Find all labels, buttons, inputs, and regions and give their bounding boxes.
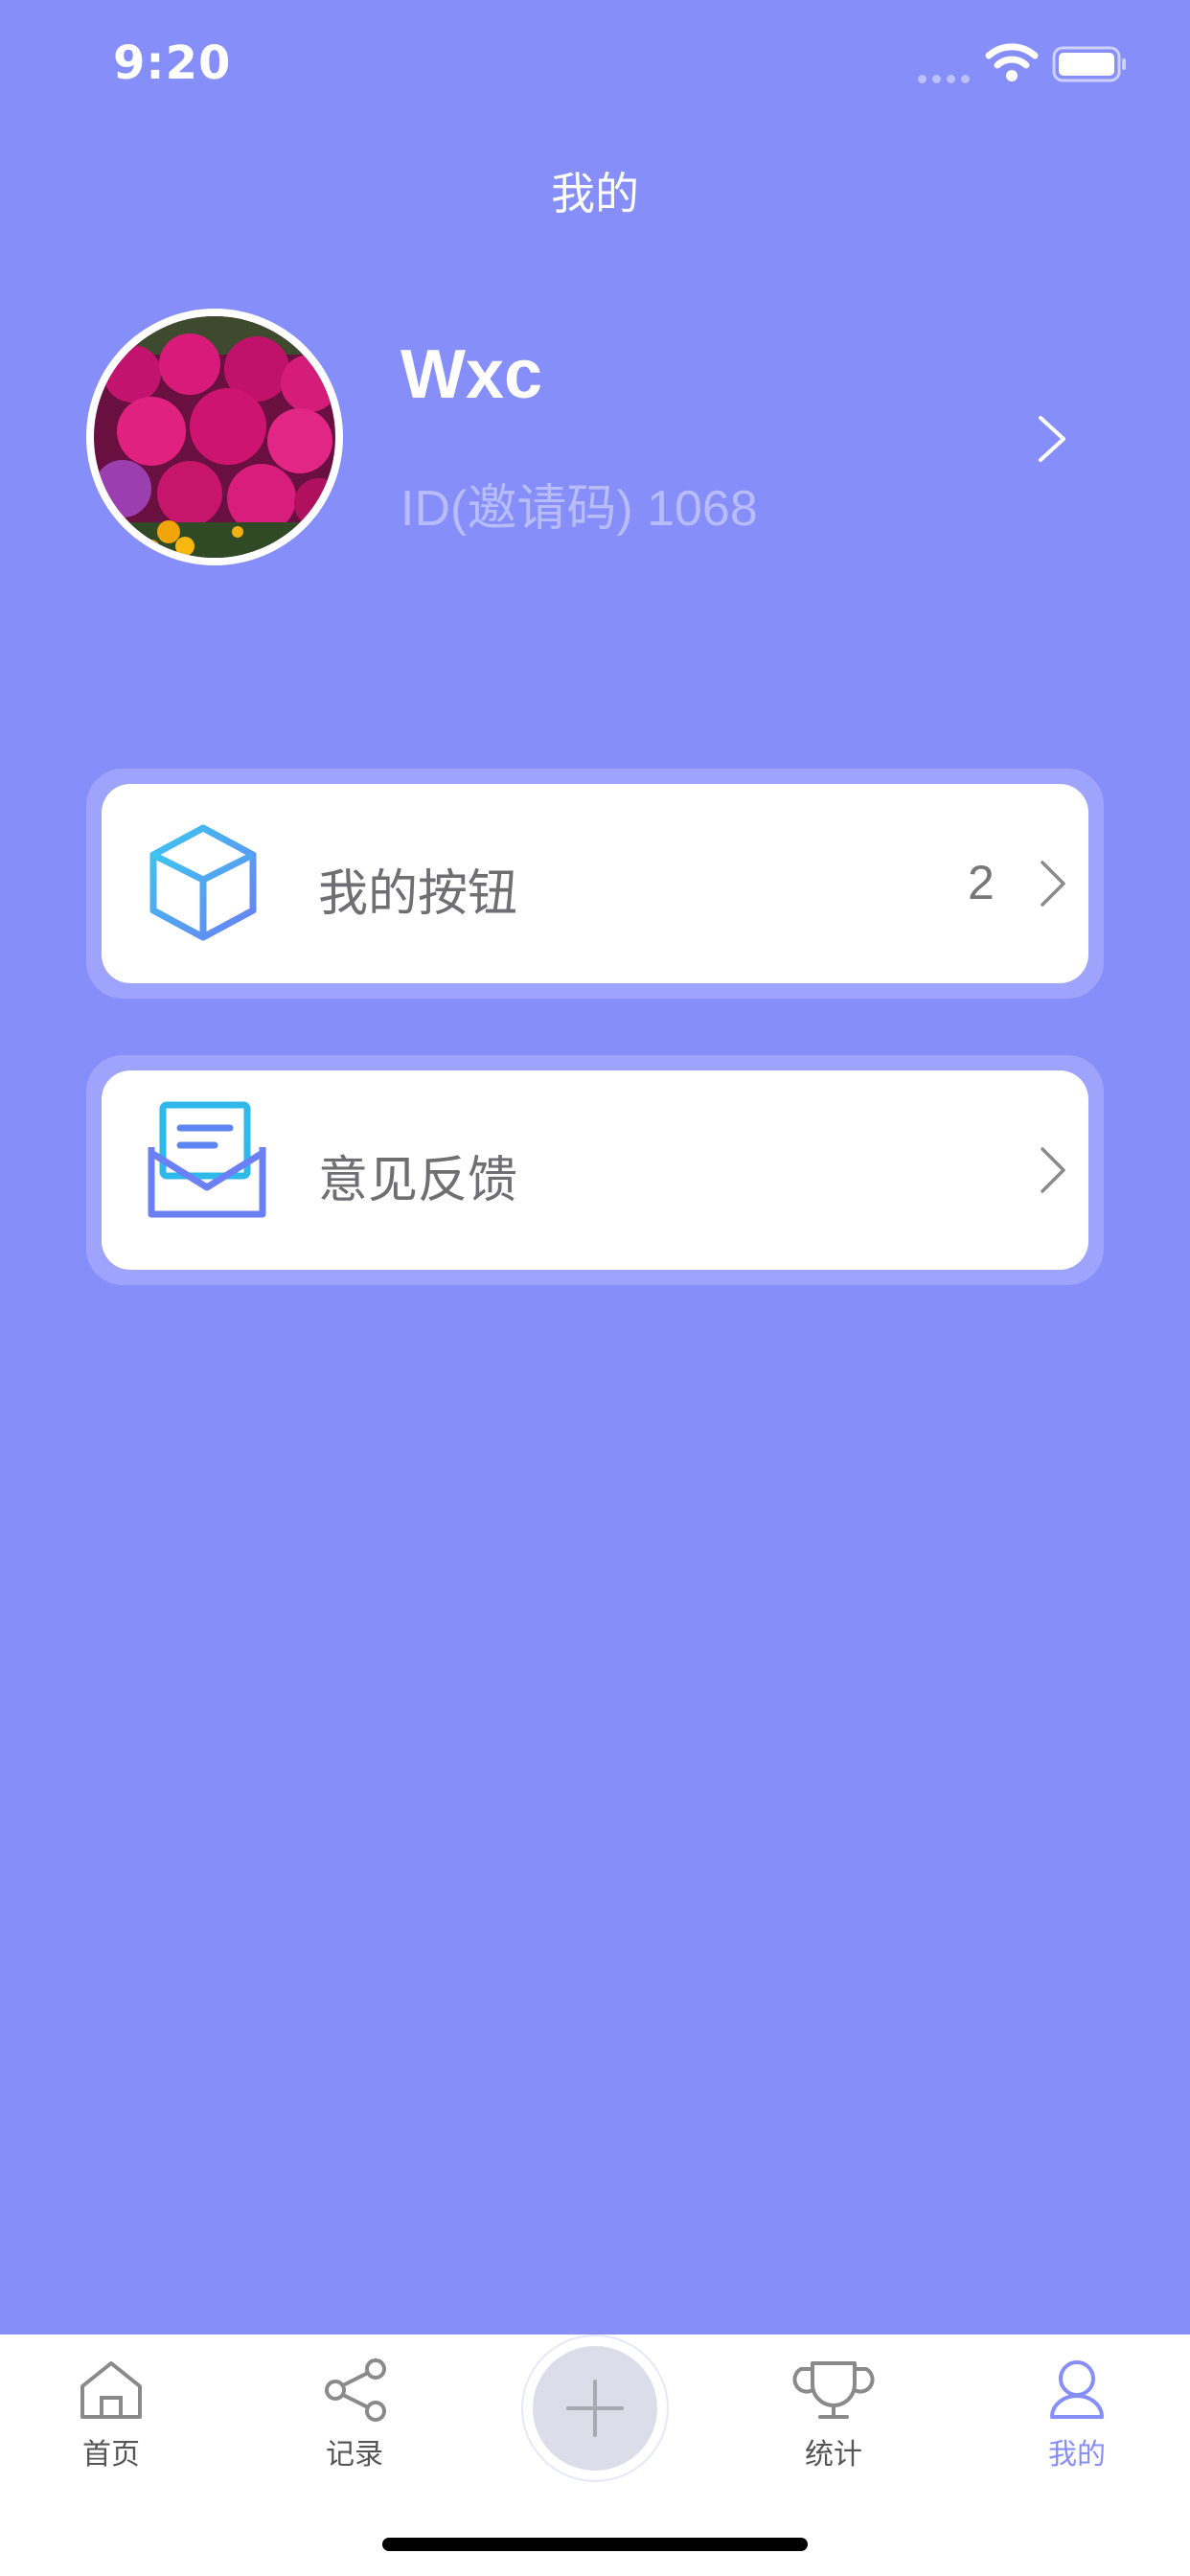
menu-item-feedback[interactable]: 意见反馈 xyxy=(86,1055,1104,1285)
tab-records[interactable]: 记录 xyxy=(268,2334,441,2488)
menu-item-my-buttons[interactable]: 我的按钮 2 xyxy=(86,769,1104,999)
tab-mine[interactable]: 我的 xyxy=(991,2334,1163,2488)
cube-icon xyxy=(146,820,261,949)
tab-label: 统计 xyxy=(805,2438,862,2472)
menu-item-count: 2 xyxy=(968,856,995,909)
trophy-icon xyxy=(747,2356,920,2423)
menu-card[interactable]: 意见反馈 xyxy=(102,1070,1088,1270)
add-button-circle[interactable] xyxy=(533,2346,657,2471)
status-time: 9:20 xyxy=(113,36,232,90)
menu-card[interactable]: 我的按钮 2 xyxy=(102,784,1088,983)
menu-item-label: 意见反馈 xyxy=(318,1152,518,1209)
username: Wxc xyxy=(400,336,543,413)
user-id: ID(邀请码) 1068 xyxy=(400,481,758,537)
person-icon xyxy=(991,2356,1163,2423)
home-icon xyxy=(25,2356,197,2423)
tab-home[interactable]: 首页 xyxy=(25,2334,197,2488)
cellular-signal-icon xyxy=(918,69,975,87)
tab-label: 我的 xyxy=(1048,2438,1106,2472)
menu-item-label: 我的按钮 xyxy=(318,865,518,923)
tab-label: 首页 xyxy=(82,2438,140,2472)
page-title: 我的 xyxy=(551,168,639,219)
envelope-icon xyxy=(146,1099,270,1228)
chevron-right-icon xyxy=(1037,857,1069,914)
chevron-right-icon xyxy=(1037,1143,1069,1201)
wifi-icon xyxy=(985,42,1039,86)
add-button[interactable] xyxy=(523,2336,667,2480)
avatar[interactable] xyxy=(86,309,343,565)
battery-icon xyxy=(1052,46,1129,88)
home-indicator xyxy=(382,2538,808,2551)
tab-label: 记录 xyxy=(326,2438,383,2472)
share-icon xyxy=(268,2356,441,2423)
tab-stats[interactable]: 统计 xyxy=(747,2334,920,2488)
plus-icon xyxy=(566,2380,624,2437)
chevron-right-icon[interactable] xyxy=(1035,412,1069,470)
